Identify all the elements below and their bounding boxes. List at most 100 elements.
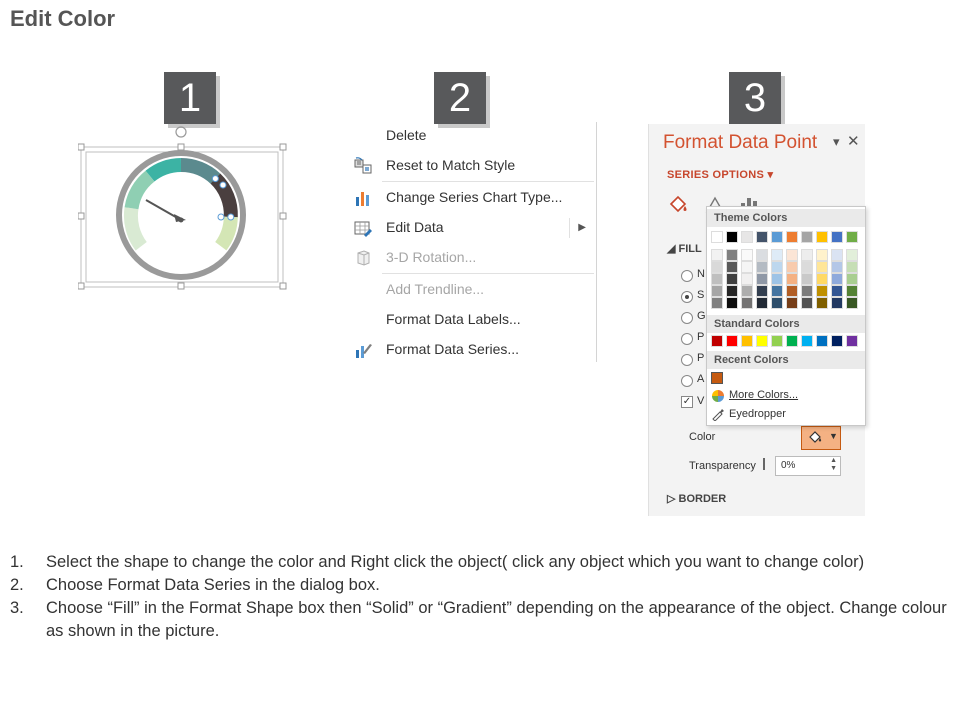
color-swatch[interactable] bbox=[831, 335, 843, 347]
color-swatch[interactable] bbox=[756, 285, 768, 297]
color-swatch[interactable] bbox=[831, 273, 843, 285]
color-swatch[interactable] bbox=[711, 231, 723, 243]
color-swatch[interactable] bbox=[846, 297, 858, 309]
color-swatch[interactable] bbox=[801, 231, 813, 243]
color-swatch[interactable] bbox=[741, 249, 753, 261]
color-swatch[interactable] bbox=[801, 285, 813, 297]
color-swatch[interactable] bbox=[816, 335, 828, 347]
color-swatch[interactable] bbox=[786, 285, 798, 297]
series-options-dropdown[interactable]: SERIES OPTIONS ▾ bbox=[667, 168, 773, 181]
color-swatch[interactable] bbox=[801, 297, 813, 309]
color-swatch[interactable] bbox=[816, 231, 828, 243]
color-swatch[interactable] bbox=[711, 297, 723, 309]
color-swatch[interactable] bbox=[786, 335, 798, 347]
color-swatch[interactable] bbox=[726, 231, 738, 243]
menu-item-3d-rotation[interactable]: 3-D Rotation... bbox=[348, 244, 596, 272]
color-swatch[interactable] bbox=[756, 335, 768, 347]
close-icon[interactable]: ✕ bbox=[847, 132, 860, 150]
fill-radio-gradient[interactable] bbox=[681, 312, 693, 324]
spinner-icon[interactable]: ▲ ▼ bbox=[830, 457, 837, 473]
color-swatch[interactable] bbox=[831, 249, 843, 261]
color-swatch[interactable] bbox=[756, 297, 768, 309]
color-swatch[interactable] bbox=[711, 335, 723, 347]
color-swatch[interactable] bbox=[726, 249, 738, 261]
fill-radio-pattern[interactable] bbox=[681, 354, 693, 366]
color-swatch[interactable] bbox=[816, 297, 828, 309]
transparency-slider[interactable] bbox=[763, 458, 765, 470]
color-swatch[interactable] bbox=[816, 285, 828, 297]
fill-radio-automatic[interactable] bbox=[681, 375, 693, 387]
color-swatch[interactable] bbox=[741, 297, 753, 309]
color-swatch[interactable] bbox=[846, 285, 858, 297]
menu-item-add-trendline[interactable]: Add Trendline... bbox=[348, 276, 596, 304]
color-swatch[interactable] bbox=[711, 249, 723, 261]
transparency-input[interactable]: 0% ▲ ▼ bbox=[775, 456, 841, 476]
color-swatch[interactable] bbox=[831, 261, 843, 273]
color-swatch[interactable] bbox=[771, 249, 783, 261]
color-swatch[interactable] bbox=[831, 297, 843, 309]
color-swatch[interactable] bbox=[801, 261, 813, 273]
color-swatch[interactable] bbox=[846, 273, 858, 285]
color-swatch[interactable] bbox=[726, 285, 738, 297]
color-swatch[interactable] bbox=[756, 261, 768, 273]
fill-radio-solid[interactable] bbox=[681, 291, 693, 303]
fill-color-button[interactable]: ▼ bbox=[801, 426, 841, 450]
menu-item-format-data-labels[interactable]: Format Data Labels... bbox=[348, 306, 596, 334]
color-swatch[interactable] bbox=[711, 285, 723, 297]
color-swatch[interactable] bbox=[711, 261, 723, 273]
color-swatch[interactable] bbox=[801, 273, 813, 285]
color-swatch[interactable] bbox=[756, 249, 768, 261]
color-swatch[interactable] bbox=[846, 335, 858, 347]
color-swatch[interactable] bbox=[846, 231, 858, 243]
color-swatch[interactable] bbox=[801, 249, 813, 261]
color-swatch[interactable] bbox=[786, 297, 798, 309]
color-swatch[interactable] bbox=[741, 273, 753, 285]
color-swatch[interactable] bbox=[786, 249, 798, 261]
gauge-chart-selected[interactable] bbox=[77, 124, 288, 292]
color-swatch[interactable] bbox=[711, 273, 723, 285]
color-swatch[interactable] bbox=[771, 261, 783, 273]
color-swatch[interactable] bbox=[726, 335, 738, 347]
color-swatch[interactable] bbox=[786, 261, 798, 273]
menu-item-reset-style[interactable]: Reset to Match Style bbox=[348, 152, 596, 180]
color-swatch[interactable] bbox=[771, 231, 783, 243]
more-colors-link[interactable]: More Colors... bbox=[729, 389, 798, 401]
vary-colors-checkbox[interactable]: ✓ bbox=[681, 396, 693, 408]
color-swatch[interactable] bbox=[726, 273, 738, 285]
color-swatch[interactable] bbox=[726, 261, 738, 273]
color-swatch[interactable] bbox=[726, 297, 738, 309]
color-swatch[interactable] bbox=[816, 249, 828, 261]
color-swatch[interactable] bbox=[771, 273, 783, 285]
color-swatch[interactable] bbox=[741, 261, 753, 273]
color-swatch[interactable] bbox=[786, 273, 798, 285]
eyedropper-option[interactable]: Eyedropper bbox=[729, 408, 786, 420]
menu-item-delete[interactable]: Delete bbox=[348, 122, 596, 150]
color-swatch[interactable] bbox=[786, 231, 798, 243]
fill-radio-picture[interactable] bbox=[681, 333, 693, 345]
pane-options-icon[interactable]: ▾ bbox=[833, 134, 840, 150]
color-swatch[interactable] bbox=[846, 261, 858, 273]
fill-radio-no-fill[interactable] bbox=[681, 270, 693, 282]
menu-item-format-data-series[interactable]: Format Data Series... bbox=[348, 336, 596, 364]
menu-item-change-chart-type[interactable]: Change Series Chart Type... bbox=[348, 184, 596, 212]
color-swatch[interactable] bbox=[816, 273, 828, 285]
fill-section-header[interactable]: ◢ FILL bbox=[667, 242, 702, 255]
color-swatch[interactable] bbox=[831, 231, 843, 243]
color-swatch[interactable] bbox=[771, 285, 783, 297]
submenu-arrow-icon[interactable]: ▶ bbox=[578, 222, 586, 233]
color-swatch[interactable] bbox=[741, 285, 753, 297]
color-swatch[interactable] bbox=[846, 249, 858, 261]
color-swatch[interactable] bbox=[771, 297, 783, 309]
color-swatch[interactable] bbox=[831, 285, 843, 297]
color-swatch[interactable] bbox=[756, 231, 768, 243]
color-swatch[interactable] bbox=[756, 273, 768, 285]
color-swatch[interactable] bbox=[741, 231, 753, 243]
menu-item-edit-data[interactable]: Edit Data ▶ bbox=[348, 214, 596, 242]
fill-line-tab-icon[interactable] bbox=[667, 194, 691, 216]
color-swatch[interactable] bbox=[771, 335, 783, 347]
color-swatch[interactable] bbox=[816, 261, 828, 273]
color-swatch[interactable] bbox=[801, 335, 813, 347]
border-section-header[interactable]: ▷ BORDER bbox=[667, 492, 726, 505]
color-swatch[interactable] bbox=[741, 335, 753, 347]
color-swatch[interactable] bbox=[711, 372, 723, 384]
